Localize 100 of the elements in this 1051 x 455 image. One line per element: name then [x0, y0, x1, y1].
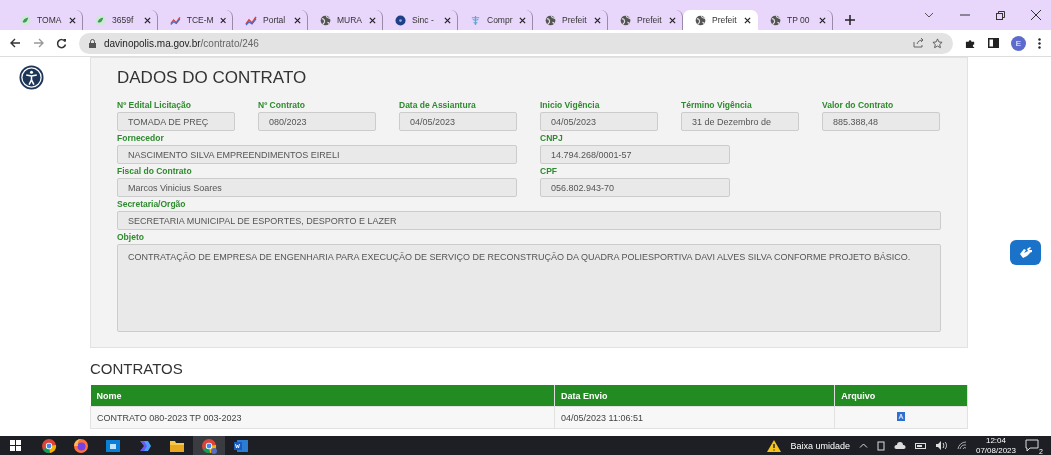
browser-tab[interactable]: TP 00: [758, 10, 833, 30]
disc-icon: [395, 14, 406, 26]
field-label: Fiscal do Contrato: [117, 165, 193, 178]
sidebar-icon[interactable]: [988, 38, 999, 48]
field-label: Valor do Contrato: [822, 99, 895, 112]
column-header: Nome: [90, 385, 555, 407]
globe-icon: [620, 14, 631, 26]
section-title: DADOS DO CONTRATO: [117, 68, 308, 88]
star-icon[interactable]: [932, 37, 943, 49]
browser-tab[interactable]: MURA: [308, 10, 383, 30]
input-field[interactable]: 31 de Dezembro de: [681, 112, 799, 131]
globe-icon: [545, 14, 556, 26]
store-icon[interactable]: [106, 439, 120, 452]
chart-icon: [245, 14, 257, 26]
menu-icon[interactable]: [1038, 37, 1041, 49]
caduceus-icon: [470, 14, 481, 26]
puzzle-icon[interactable]: [965, 37, 976, 49]
field-label: Data de Assiantura: [399, 99, 477, 112]
chart-icon: [170, 14, 181, 26]
accessibility-icon[interactable]: [19, 65, 44, 90]
field-label: Fornecedor: [117, 132, 165, 145]
clock-date[interactable]: 07/08/2023: [975, 446, 1016, 455]
browser-tab[interactable]: Prefeit: [533, 10, 608, 30]
browser-tab[interactable]: TOMA: [8, 10, 83, 30]
leaf-icon: [95, 14, 106, 26]
browser-tab[interactable]: TCE-M: [158, 10, 233, 30]
close-icon[interactable]: [69, 16, 76, 24]
table-cell: CONTRATO 080-2023 TP 003-2023: [90, 406, 555, 429]
browser-tab[interactable]: Prefeit: [683, 10, 758, 30]
input-field[interactable]: 04/05/2023: [399, 112, 517, 131]
field-label: Nº Contrato: [258, 99, 306, 112]
profile-avatar[interactable]: E: [1011, 35, 1026, 51]
reload-icon[interactable]: [56, 37, 67, 49]
close-icon[interactable]: [294, 16, 301, 24]
warning-icon: [767, 439, 782, 452]
folder-icon[interactable]: [170, 440, 184, 452]
close-icon[interactable]: [444, 16, 451, 24]
pdf-file-icon[interactable]: [897, 412, 906, 421]
close-icon[interactable]: [1031, 10, 1041, 20]
word-icon[interactable]: [234, 439, 248, 452]
text-area[interactable]: CONTRATAÇÃO DE EMPRESA DE ENGENHARIA PARA EXECUÇÃO DE SERVIÇO DE RECONSTRUÇÃO DA QUADRA POLIESPORTIVA DAVI ALVES SILVA CONFORME PROJETO BÁSICO.: [117, 244, 941, 332]
input-field[interactable]: NASCIMENTO SILVA EMPREENDIMENTOS EIRELI: [117, 145, 517, 164]
chrome-icon[interactable]: [202, 438, 217, 454]
network-icon[interactable]: [956, 441, 967, 450]
firefox-icon[interactable]: [74, 438, 88, 453]
field-label: CNPJ: [540, 132, 564, 145]
input-field[interactable]: SECRETARIA MUNICIPAL DE ESPORTES, DESPORTO E LAZER: [117, 211, 941, 230]
chrome-icon[interactable]: [42, 438, 57, 453]
chevron-up-icon[interactable]: [858, 443, 868, 448]
input-field[interactable]: 04/05/2023: [540, 112, 658, 131]
close-icon[interactable]: [519, 16, 526, 24]
globe-icon: [695, 14, 706, 26]
field-label: Objeto: [117, 231, 145, 244]
close-icon[interactable]: [369, 16, 376, 24]
field-label: Secretaria/Orgão: [117, 198, 187, 211]
field-label: Término Vigência: [681, 99, 753, 112]
input-field[interactable]: 056.802.943-70: [540, 178, 730, 197]
browser-tab[interactable]: Compr: [458, 10, 533, 30]
field-label: Nº Edital Licitação: [117, 99, 192, 112]
globe-icon: [320, 14, 331, 26]
address-bar[interactable]: davinopolis.ma.gov.br/contrato/246: [79, 32, 953, 54]
input-field[interactable]: 14.794.268/0001-57: [540, 145, 730, 164]
hands-icon: [1017, 245, 1034, 260]
column-header: Data Envio: [554, 385, 835, 407]
chevron-down-icon[interactable]: [924, 12, 934, 18]
copilot-icon[interactable]: [140, 440, 151, 451]
close-icon[interactable]: [744, 16, 751, 24]
restore-icon[interactable]: [996, 10, 1005, 20]
input-field[interactable]: 080/2023: [258, 112, 376, 131]
browser-tab[interactable]: 3659f: [83, 10, 158, 30]
browser-tab[interactable]: Portal: [233, 10, 308, 30]
table-cell: 04/05/2023 11:06:51: [554, 406, 835, 429]
leaf-icon: [20, 14, 31, 26]
back-icon[interactable]: [10, 38, 21, 48]
section-title: CONTRATOS: [90, 360, 184, 377]
lock-icon: [89, 38, 96, 48]
speaker-icon[interactable]: [935, 441, 948, 450]
close-icon[interactable]: [669, 16, 676, 24]
column-header: Arquivo: [834, 385, 968, 407]
battery-icon[interactable]: [914, 441, 927, 450]
close-icon[interactable]: [144, 16, 151, 24]
clock-time[interactable]: 12:04: [985, 436, 1006, 446]
weather-text[interactable]: Baixa umidade: [790, 440, 850, 451]
globe-icon: [770, 14, 781, 26]
share-icon[interactable]: [913, 38, 924, 48]
sign-language-button[interactable]: [1010, 240, 1041, 265]
field-label: CPF: [540, 165, 558, 178]
windows-start-icon[interactable]: [10, 440, 21, 451]
device-icon[interactable]: [876, 440, 885, 451]
close-icon[interactable]: [819, 16, 826, 24]
close-icon[interactable]: [219, 16, 226, 24]
forward-icon[interactable]: [33, 38, 44, 48]
plus-icon[interactable]: [845, 15, 855, 25]
cloud-icon[interactable]: [893, 442, 906, 449]
input-field[interactable]: Marcos Vinicius Soares: [117, 178, 517, 197]
input-field[interactable]: TOMADA DE PREÇ: [117, 112, 235, 131]
field-label: Inicio Vigência: [540, 99, 601, 112]
close-icon[interactable]: [594, 16, 601, 24]
browser-tab[interactable]: Sinc -: [383, 10, 458, 30]
input-field[interactable]: 885.388,48: [822, 112, 940, 131]
